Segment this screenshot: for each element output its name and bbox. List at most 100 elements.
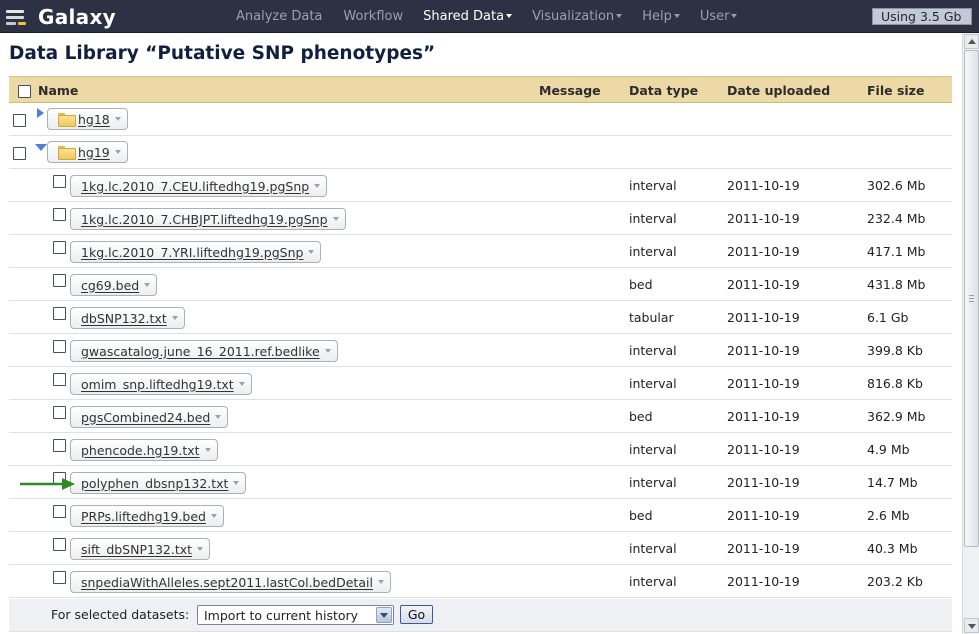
caret-down-icon bbox=[506, 13, 513, 18]
caret-down-icon bbox=[673, 13, 680, 18]
dataset-menu-button[interactable]: omim_snp.liftedhg19.txt bbox=[70, 373, 252, 395]
dataset-row: PRPs.liftedhg19.bed bed 2011-10-19 2.6 Mb bbox=[9, 499, 952, 532]
dataset-name: omim_snp.liftedhg19.txt bbox=[81, 376, 234, 392]
folder-row: hg19 bbox=[9, 136, 952, 169]
nav-help[interactable]: Help bbox=[642, 9, 680, 24]
bulk-action-select[interactable]: Import to current history bbox=[197, 605, 394, 625]
header-date-uploaded[interactable]: Date uploaded bbox=[727, 77, 830, 104]
dataset-row: 1kg.lc.2010_7.CHBJPT.liftedhg19.pgSnp int… bbox=[9, 202, 952, 235]
scrollbar-thumb[interactable] bbox=[964, 50, 979, 547]
caret-down-icon bbox=[204, 448, 211, 452]
dataset-row: gwascatalog.june_16_2011.ref.bedlike inte… bbox=[9, 334, 952, 367]
row-checkbox[interactable] bbox=[53, 439, 66, 452]
dataset-menu-button[interactable]: 1kg.lc.2010_7.YRI.liftedhg19.pgSnp bbox=[70, 241, 322, 263]
folder-name: hg19 bbox=[78, 144, 110, 160]
select-all-checkbox[interactable] bbox=[18, 85, 31, 98]
dataset-date: 2011-10-19 bbox=[727, 277, 800, 292]
row-checkbox[interactable] bbox=[13, 114, 26, 127]
dataset-size: 4.9 Mb bbox=[867, 442, 910, 457]
row-checkbox[interactable] bbox=[53, 373, 66, 386]
folder-icon bbox=[58, 146, 76, 160]
row-checkbox[interactable] bbox=[53, 274, 66, 287]
dataset-name: phencode.hg19.txt bbox=[81, 442, 200, 458]
dataset-type: interval bbox=[629, 442, 677, 457]
folder-menu-button[interactable]: hg18 bbox=[47, 108, 128, 130]
caret-down-icon bbox=[616, 13, 623, 18]
nav-shared-data[interactable]: Shared Data bbox=[423, 9, 513, 24]
vertical-scrollbar[interactable] bbox=[962, 33, 979, 634]
dataset-menu-button[interactable]: phencode.hg19.txt bbox=[70, 439, 218, 461]
dataset-row: sift_dbSNP132.txt interval 2011-10-19 40.3 … bbox=[9, 532, 952, 565]
dataset-menu-button[interactable]: gwascatalog.june_16_2011.ref.bedlike bbox=[70, 340, 338, 362]
caret-down-icon bbox=[114, 117, 121, 121]
go-button[interactable]: Go bbox=[400, 605, 433, 624]
dataset-row: snpediaWithAlleles.sept2011.lastCol.bedD… bbox=[9, 565, 952, 598]
usage-meter: Using 3.5 Gb bbox=[872, 8, 972, 25]
caret-down-icon bbox=[215, 415, 222, 419]
dataset-name: PRPs.liftedhg19.bed bbox=[81, 508, 206, 524]
nav-workflow[interactable]: Workflow bbox=[343, 9, 403, 24]
expand-arrow-icon[interactable] bbox=[37, 108, 44, 118]
caret-down-icon bbox=[114, 150, 121, 154]
bulk-action-select-value: Import to current history bbox=[204, 608, 359, 623]
folder-row: hg18 bbox=[9, 103, 952, 136]
dataset-menu-button[interactable]: 1kg.lc.2010_7.CEU.liftedhg19.pgSnp bbox=[70, 175, 328, 197]
table-header: Name Message Data type Date uploaded Fil… bbox=[9, 76, 952, 103]
caret-down-icon bbox=[308, 250, 315, 254]
dataset-name: gwascatalog.june_16_2011.ref.bedlike bbox=[81, 343, 320, 359]
header-file-size[interactable]: File size bbox=[867, 77, 924, 104]
dataset-size: 40.3 Mb bbox=[867, 541, 918, 556]
dataset-menu-button[interactable]: snpediaWithAlleles.sept2011.lastCol.bedD… bbox=[70, 571, 391, 593]
row-checkbox[interactable] bbox=[53, 571, 66, 584]
scroll-down-button[interactable] bbox=[964, 618, 979, 633]
header-message[interactable]: Message bbox=[539, 77, 601, 104]
dataset-menu-button[interactable]: 1kg.lc.2010_7.CHBJPT.liftedhg19.pgSnp bbox=[70, 208, 346, 230]
dataset-type: interval bbox=[629, 475, 677, 490]
dataset-type: bed bbox=[629, 508, 653, 523]
dataset-type: bed bbox=[629, 409, 653, 424]
dataset-size: 302.6 Mb bbox=[867, 178, 926, 193]
dataset-menu-button[interactable]: cg69.bed bbox=[70, 274, 158, 296]
nav-analyze-data-label: Analyze Data bbox=[236, 9, 323, 24]
row-checkbox[interactable] bbox=[53, 241, 66, 254]
caret-down-icon bbox=[324, 349, 331, 353]
dataset-type: interval bbox=[629, 178, 677, 193]
nav-user[interactable]: User bbox=[700, 9, 738, 24]
brand[interactable]: Galaxy bbox=[4, 4, 116, 30]
library-table: Name Message Data type Date uploaded Fil… bbox=[9, 76, 952, 598]
dataset-type: interval bbox=[629, 244, 677, 259]
dataset-type: tabular bbox=[629, 310, 674, 325]
dataset-menu-button[interactable]: polyphen_dbsnp132.txt bbox=[70, 472, 247, 494]
dataset-menu-button[interactable]: dbSNP132.txt bbox=[70, 307, 185, 329]
row-checkbox[interactable] bbox=[53, 208, 66, 221]
dataset-row: phencode.hg19.txt interval 2011-10-19 4.9 M… bbox=[9, 433, 952, 466]
row-checkbox[interactable] bbox=[53, 538, 66, 551]
dataset-size: 2.6 Mb bbox=[867, 508, 910, 523]
nav-visualization[interactable]: Visualization bbox=[532, 9, 623, 24]
folder-menu-button[interactable]: hg19 bbox=[47, 141, 128, 163]
row-checkbox[interactable] bbox=[53, 505, 66, 518]
row-checkbox[interactable] bbox=[53, 406, 66, 419]
collapse-arrow-icon[interactable] bbox=[35, 144, 47, 151]
caret-down-icon bbox=[731, 13, 738, 18]
scroll-up-button[interactable] bbox=[964, 34, 979, 49]
page-title: Data Library “Putative SNP phenotypes” bbox=[9, 43, 436, 64]
header-name[interactable]: Name bbox=[38, 77, 78, 104]
dataset-date: 2011-10-19 bbox=[727, 409, 800, 424]
dataset-row: polyphen_dbsnp132.txt interval 2011-10-19 1… bbox=[9, 466, 952, 499]
dataset-size: 417.1 Mb bbox=[867, 244, 926, 259]
dataset-menu-button[interactable]: sift_dbSNP132.txt bbox=[70, 538, 211, 560]
row-checkbox[interactable] bbox=[13, 147, 26, 160]
nav-analyze-data[interactable]: Analyze Data bbox=[236, 9, 322, 24]
dataset-menu-button[interactable]: PRPs.liftedhg19.bed bbox=[70, 505, 224, 527]
chevron-down-icon[interactable] bbox=[376, 607, 392, 623]
row-checkbox[interactable] bbox=[53, 340, 66, 353]
dataset-size: 362.9 Mb bbox=[867, 409, 926, 424]
row-checkbox[interactable] bbox=[53, 307, 66, 320]
header-data-type[interactable]: Data type bbox=[629, 77, 698, 104]
dataset-size: 6.1 Gb bbox=[867, 310, 909, 325]
dataset-menu-button[interactable]: pgsCombined24.bed bbox=[70, 406, 229, 428]
galaxy-logo-icon bbox=[4, 4, 30, 30]
dataset-row: dbSNP132.txt tabular 2011-10-19 6.1 Gb bbox=[9, 301, 952, 334]
row-checkbox[interactable] bbox=[53, 175, 66, 188]
